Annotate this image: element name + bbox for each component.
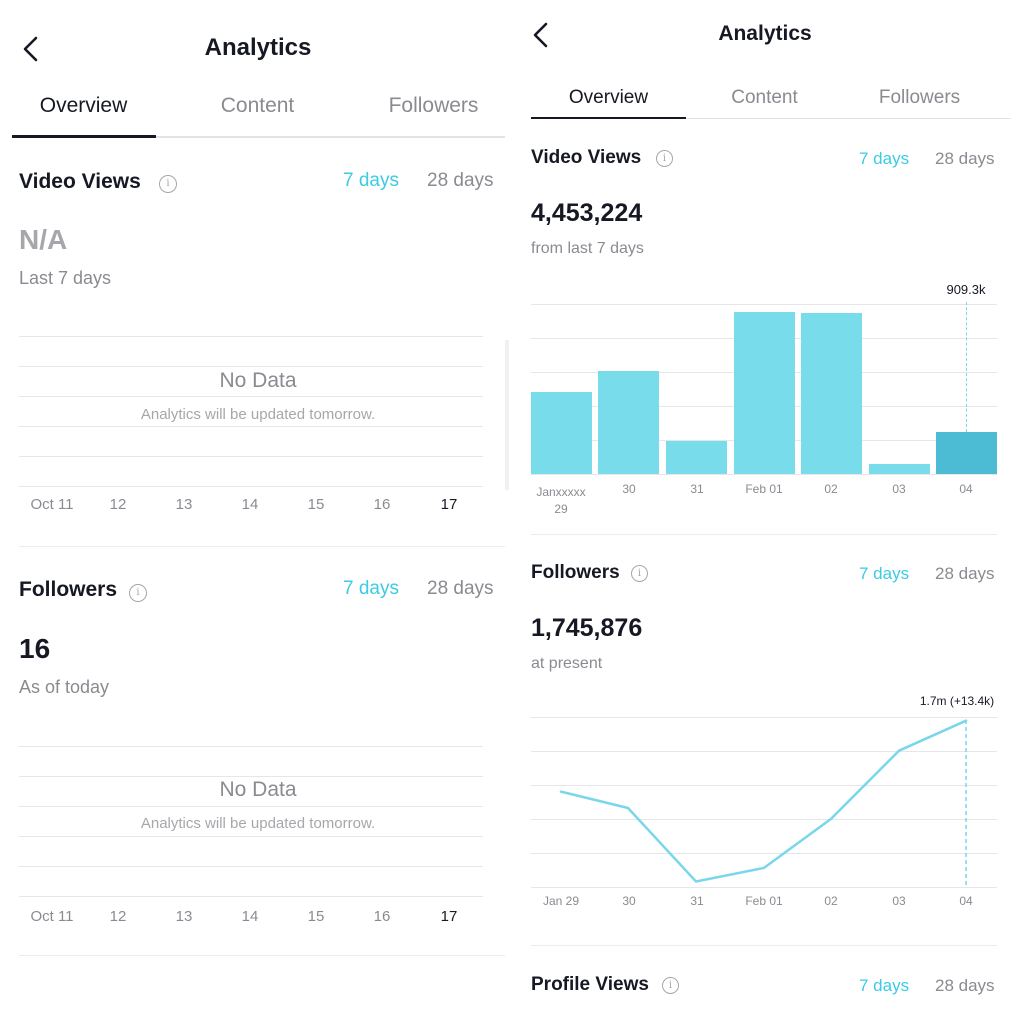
x-tick: 03 <box>892 894 906 908</box>
x-tick: 12 <box>109 496 127 513</box>
no-data-message: Analytics will be updated tomorrow. <box>140 815 376 832</box>
x-tick: 13 <box>175 908 193 925</box>
followers-line-chart <box>559 719 968 887</box>
info-icon[interactable]: i <box>129 584 147 602</box>
x-tick: 14 <box>241 496 259 513</box>
x-tick: 15 <box>307 496 325 513</box>
range-7-days[interactable]: 7 days <box>343 578 399 600</box>
range-28-days[interactable]: 28 days <box>427 170 494 192</box>
grid-line <box>19 456 483 457</box>
no-data-message: Analytics will be updated tomorrow. <box>140 406 376 423</box>
section-divider <box>19 546 505 547</box>
line-tooltip: 1.7m (+13.4k) <box>919 694 995 708</box>
right-analytics-screen: Analytics Overview Content Followers Vid… <box>515 0 1024 1024</box>
grid-line <box>19 486 483 487</box>
x-tick: 16 <box>373 908 391 925</box>
grid-line <box>19 426 483 427</box>
x-tick: 16 <box>373 496 391 513</box>
x-tick: 30 <box>622 894 636 908</box>
video-views-subtitle: Last 7 days <box>19 268 112 288</box>
range-28-days[interactable]: 28 days <box>427 578 494 600</box>
info-icon[interactable]: i <box>662 977 679 994</box>
panel-divider <box>505 340 509 490</box>
page-title: Analytics <box>204 34 312 61</box>
x-tick: Oct 11 <box>30 908 74 925</box>
x-tick: 17 <box>440 908 458 925</box>
x-tick: Feb 01 <box>745 894 783 908</box>
followers-subtitle: As of today <box>19 677 110 697</box>
grid-line <box>19 746 483 747</box>
profile-views-title: Profile Views <box>531 974 649 995</box>
x-tick: 12 <box>109 908 127 925</box>
chevron-left-icon[interactable] <box>20 36 40 62</box>
x-tick: 31 <box>690 894 704 908</box>
tab-active-indicator <box>12 135 156 138</box>
x-tick: 02 <box>824 894 838 908</box>
x-tick: 04 <box>959 894 973 908</box>
range-7-days[interactable]: 7 days <box>343 170 399 192</box>
x-tick: Oct 11 <box>30 496 74 513</box>
x-tick: 13 <box>175 496 193 513</box>
left-analytics-screen: Analytics Overview Content Followers Vid… <box>0 0 505 1024</box>
x-tick: 15 <box>307 908 325 925</box>
grid-line <box>19 776 483 777</box>
x-tick: 14 <box>241 908 259 925</box>
tab-overview[interactable]: Overview <box>12 94 155 118</box>
grid-line <box>19 866 483 867</box>
no-data-label: No Data <box>219 369 297 392</box>
no-data-label: No Data <box>219 778 297 801</box>
followers-title: Followers <box>19 578 118 601</box>
info-icon[interactable]: i <box>159 175 177 193</box>
x-tick: Jan 29 <box>542 894 580 908</box>
section-divider <box>19 955 505 956</box>
grid-line <box>19 366 483 367</box>
section-divider <box>531 945 997 946</box>
grid-line <box>19 896 483 897</box>
tab-content[interactable]: Content <box>186 94 329 118</box>
grid-line <box>19 336 483 337</box>
range-7-days[interactable]: 7 days <box>859 976 909 996</box>
x-tick: 17 <box>440 496 458 513</box>
grid-line <box>19 836 483 837</box>
grid-line <box>19 806 483 807</box>
grid-line <box>19 396 483 397</box>
video-views-value: N/A <box>19 224 68 255</box>
followers-series-line <box>559 719 968 883</box>
range-28-days[interactable]: 28 days <box>935 976 995 996</box>
tab-followers[interactable]: Followers <box>362 94 505 118</box>
video-views-title: Video Views <box>19 170 141 193</box>
followers-value: 16 <box>19 633 51 664</box>
